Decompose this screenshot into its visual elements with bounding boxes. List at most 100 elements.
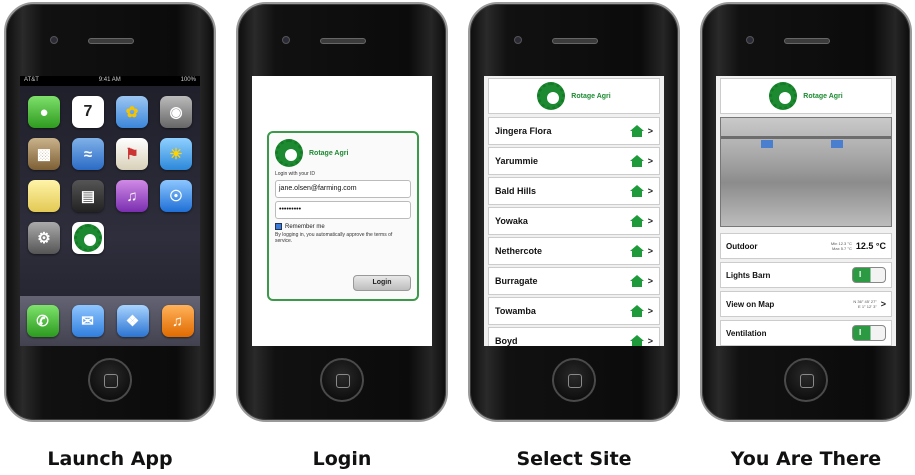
site-item[interactable]: Towamba > xyxy=(488,297,660,325)
barn-beam xyxy=(721,136,891,139)
chevron-right-icon: > xyxy=(647,246,653,256)
camera-icon[interactable]: ◉ xyxy=(160,96,192,128)
site-name: Yowaka xyxy=(495,216,528,226)
house-icon xyxy=(629,155,644,167)
brand-name: Rotage Agri xyxy=(309,149,349,157)
rotage-logo-icon xyxy=(275,139,303,167)
lights-barn-toggle[interactable]: I xyxy=(852,267,886,283)
password-field[interactable]: ••••••••• xyxy=(275,201,411,219)
phone-login: Rotage Agri Login with your ID jane.olse… xyxy=(236,2,448,422)
login-screen: Rotage Agri Login with your ID jane.olse… xyxy=(252,76,432,346)
home-button[interactable] xyxy=(552,358,596,402)
home-button[interactable] xyxy=(88,358,132,402)
brand-header: Rotage Agri xyxy=(720,78,892,114)
site-item[interactable]: Yarummie > xyxy=(488,147,660,175)
dock: ✆ ✉ ❖ ♫ xyxy=(20,296,200,346)
lights-barn-label: Lights Barn xyxy=(726,270,771,280)
login-button[interactable]: Login xyxy=(353,275,411,291)
phone-icon[interactable]: ✆ xyxy=(26,305,59,337)
messages-icon[interactable]: ● xyxy=(28,96,60,128)
outdoor-min-max: Min 12.3 °C Max 5.7 °C xyxy=(830,241,852,251)
site-item[interactable]: Jingera Flora > xyxy=(488,117,660,145)
calendar-icon[interactable]: 7 xyxy=(72,96,104,128)
battery-label: 100% xyxy=(180,77,196,83)
stocks-icon[interactable]: ≈ xyxy=(72,138,104,170)
login-prompt: Login with your ID xyxy=(275,171,316,177)
caption-select-site: Select Site xyxy=(516,448,632,470)
earpiece-speaker xyxy=(552,38,598,44)
site-name: Bald Hills xyxy=(495,186,537,196)
remember-me-row[interactable]: Remember me xyxy=(275,223,411,230)
site-dashboard-screen: Rotage Agri Outdoor Min 12.3 °C Max 5.7 … xyxy=(716,76,896,346)
appstore-icon[interactable]: ☉ xyxy=(160,180,192,212)
chevron-right-icon: > xyxy=(647,216,653,226)
site-name: Nethercote xyxy=(495,246,543,256)
front-camera xyxy=(50,36,58,44)
site-list: Jingera Flora > Yarummie > Bald Hills > Yow… xyxy=(488,117,660,346)
carrier-label: AT&T xyxy=(24,77,39,83)
username-field[interactable]: jane.olsen@farming.com xyxy=(275,180,411,198)
phone-site-dashboard: Rotage Agri Outdoor Min 12.3 °C Max 5.7 … xyxy=(700,2,912,422)
clock-label: 9:41 AM xyxy=(98,77,121,83)
site-name: Burragate xyxy=(495,276,538,286)
site-list-screen: Rotage Agri Jingera Flora > Yarummie > Bal… xyxy=(484,76,664,346)
view-on-map-row[interactable]: View on Map N 36° 45' 27" E 1° 12' 3" > xyxy=(720,291,892,317)
site-item[interactable]: Yowaka > xyxy=(488,207,660,235)
mail-icon[interactable]: ✉ xyxy=(71,305,104,337)
chevron-right-icon: > xyxy=(880,299,886,309)
remember-me-label: Remember me xyxy=(285,223,325,230)
barn-camera-feed[interactable] xyxy=(720,117,892,227)
front-camera xyxy=(514,36,522,44)
brand-header: Rotage Agri xyxy=(488,78,660,114)
home-button[interactable] xyxy=(784,358,828,402)
front-camera xyxy=(746,36,754,44)
ventilation-row: Ventilation I xyxy=(720,320,892,346)
brand-header: Rotage Agri xyxy=(275,139,411,167)
house-icon xyxy=(629,245,644,257)
rotage-agri-app-icon[interactable] xyxy=(72,222,104,254)
house-icon xyxy=(629,185,644,197)
site-name: Boyd xyxy=(495,336,518,346)
site-item[interactable]: Bald Hills > xyxy=(488,177,660,205)
site-name: Jingera Flora xyxy=(495,126,552,136)
caption-login: Login xyxy=(312,448,372,470)
brand-name: Rotage Agri xyxy=(803,92,843,100)
earpiece-speaker xyxy=(88,38,134,44)
status-bar: AT&T 9:41 AM 100% xyxy=(20,76,200,86)
terms-disclaimer: By logging in, you automatically approve… xyxy=(275,232,393,244)
lights-barn-row: Lights Barn I xyxy=(720,262,892,288)
login-card: Rotage Agri Login with your ID jane.olse… xyxy=(267,131,419,301)
rotage-logo-icon xyxy=(537,82,566,110)
weather-icon[interactable]: ☀ xyxy=(160,138,192,170)
map-coordinates: N 36° 45' 27" E 1° 12' 3" xyxy=(853,299,877,309)
house-icon xyxy=(629,215,644,227)
outdoor-temperature: 12.5 °C xyxy=(855,241,886,251)
site-item[interactable]: Boyd > xyxy=(488,327,660,346)
chevron-right-icon: > xyxy=(647,186,653,196)
earpiece-speaker xyxy=(784,38,830,44)
settings-icon[interactable]: ⚙ xyxy=(28,222,60,254)
ventilation-toggle[interactable]: I xyxy=(852,325,886,341)
ipod-icon[interactable]: ♫ xyxy=(161,305,194,337)
home-button[interactable] xyxy=(320,358,364,402)
itunes-icon[interactable]: ♫ xyxy=(116,180,148,212)
safari-icon[interactable]: ❖ xyxy=(116,305,149,337)
maps-icon[interactable]: ⚑ xyxy=(116,138,148,170)
ventilation-label: Ventilation xyxy=(726,328,767,338)
home-screen: AT&T 9:41 AM 100% ● 7 ✿ ◉ ▩ ≈ ⚑ ☀ ▤ ♫ ☉ … xyxy=(20,76,200,346)
photos-icon[interactable]: ✿ xyxy=(116,96,148,128)
remember-me-checkbox[interactable] xyxy=(275,223,282,230)
caption-launch-app: Launch App xyxy=(47,448,173,470)
site-item[interactable]: Nethercote > xyxy=(488,237,660,265)
caption-you-are-there: You Are There xyxy=(730,448,882,470)
chevron-right-icon: > xyxy=(647,126,653,136)
phone-select-site: Rotage Agri Jingera Flora > Yarummie > Bal… xyxy=(468,2,680,422)
barn-window xyxy=(831,140,843,148)
clock-icon[interactable]: ▤ xyxy=(72,180,104,212)
youtube-icon[interactable]: ▩ xyxy=(28,138,60,170)
notes-icon[interactable] xyxy=(28,180,60,212)
site-item[interactable]: Burragate > xyxy=(488,267,660,295)
house-icon xyxy=(629,305,644,317)
calendar-day: 7 xyxy=(83,103,93,120)
brand-name: Rotage Agri xyxy=(571,92,611,100)
